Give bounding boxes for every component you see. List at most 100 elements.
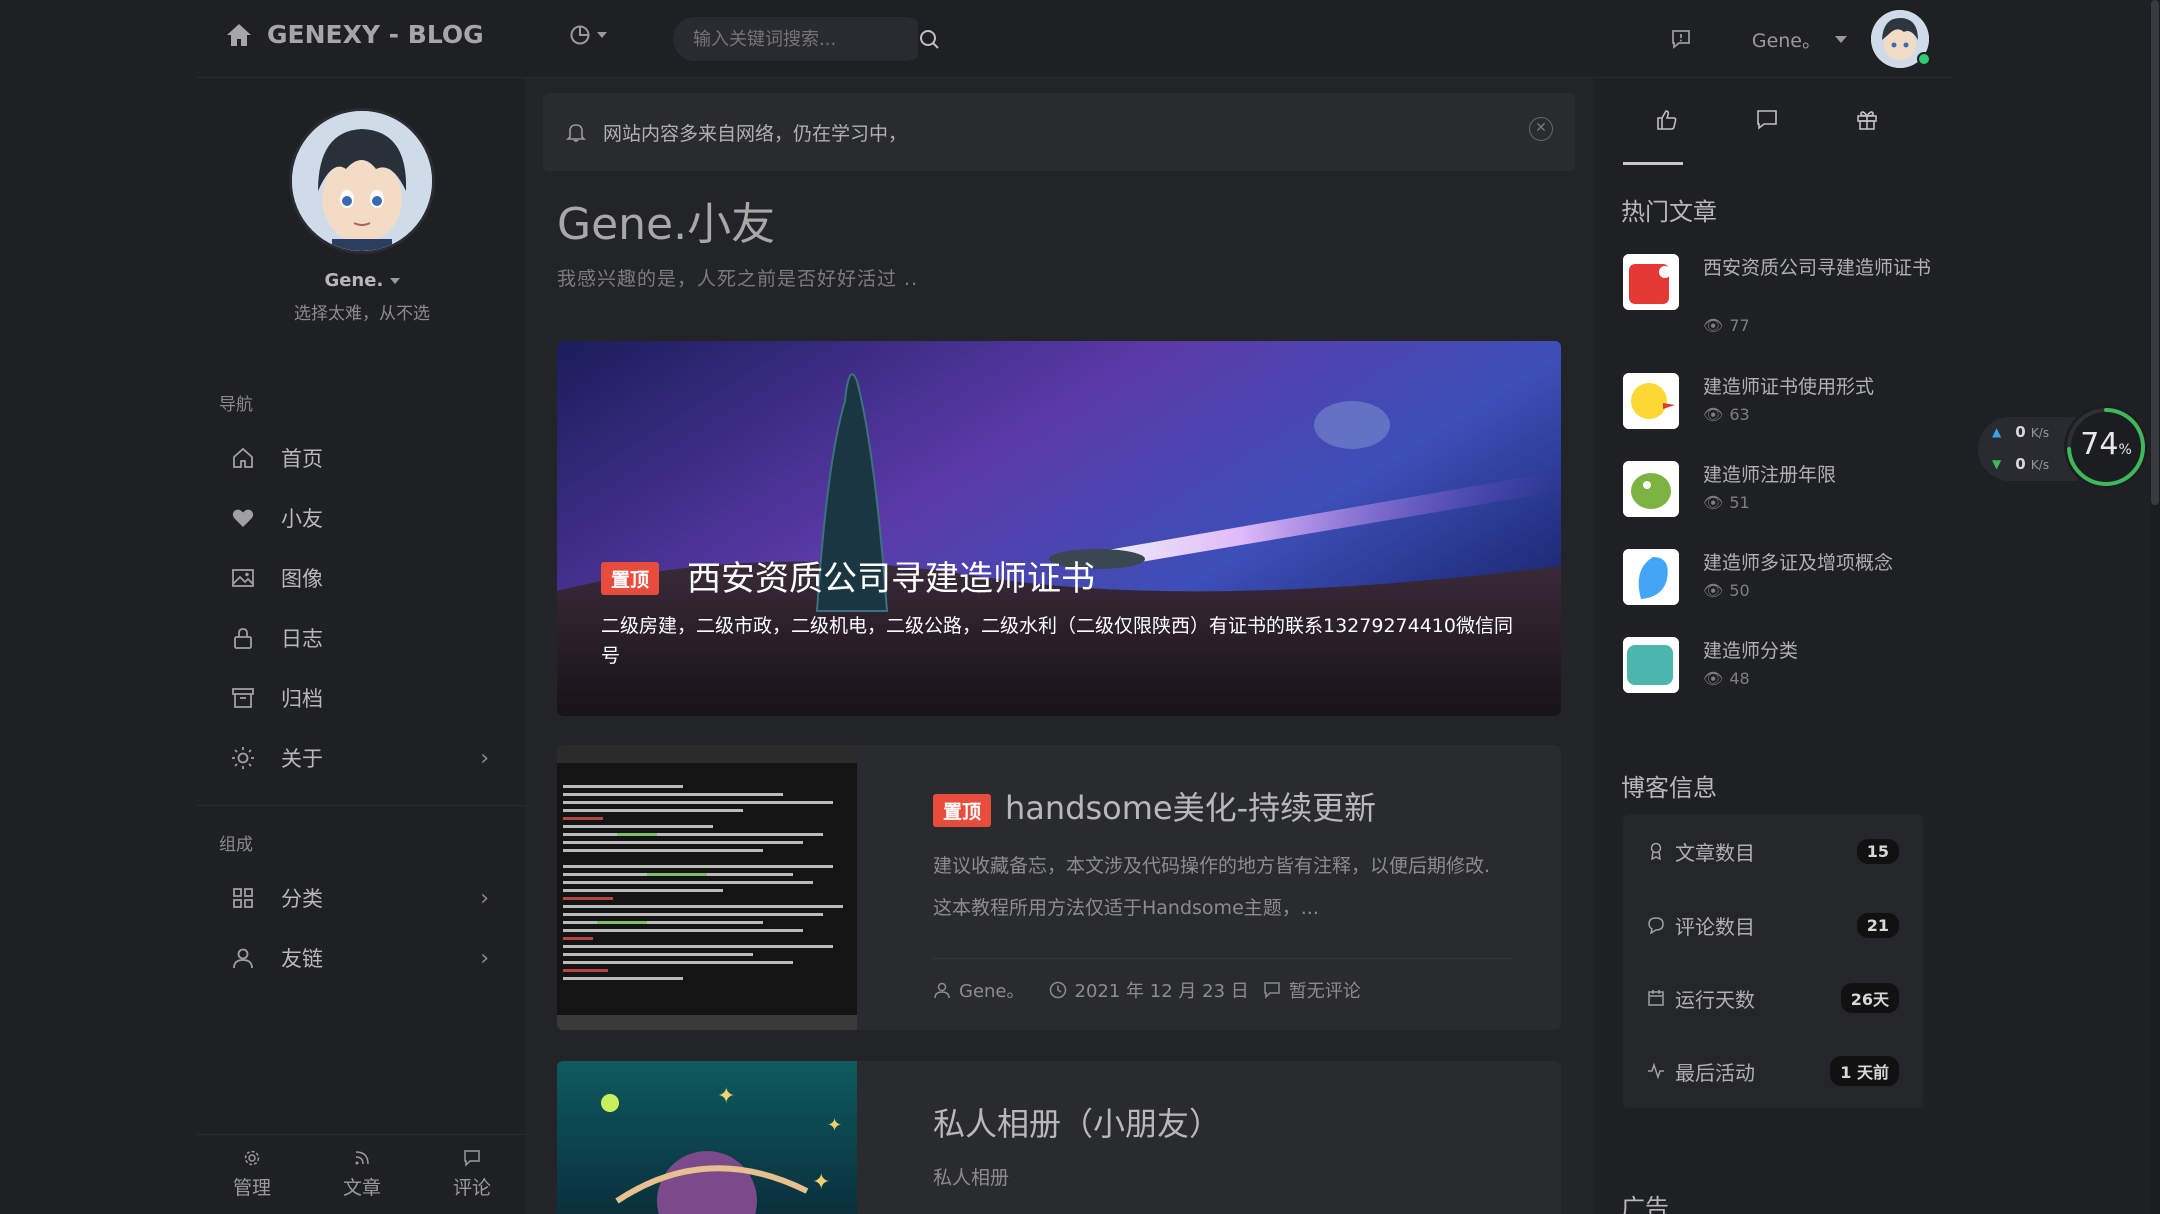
manage-button[interactable]: 管理 <box>197 1135 307 1214</box>
nav-item-category[interactable]: 分类 › <box>197 868 527 928</box>
featured-post[interactable]: 置顶 西安资质公司寻建造师证书 二级房建，二级市政，二级机电，二级公路，二级水利… <box>557 341 1561 716</box>
arrow-up-icon: ▲ <box>1992 425 2002 439</box>
download-speed: ▼ 0 K/s <box>1992 455 2050 473</box>
popular-thumb <box>1623 549 1679 605</box>
popular-item[interactable]: 建造师多证及增项概念 👁 50 <box>1623 549 1943 629</box>
online-status-dot <box>1917 52 1931 66</box>
divider <box>197 805 527 806</box>
profile-name[interactable]: Gene. <box>197 270 527 291</box>
home-icon <box>233 447 253 468</box>
search-box <box>673 17 940 61</box>
popular-item[interactable]: 建造师证书使用形式 👁 63 <box>1623 373 1943 453</box>
comment-icon <box>464 1150 480 1167</box>
svg-text:✦: ✦ <box>717 1084 735 1109</box>
top-bar: GENEXY - BLOG Gene。 <box>197 0 1953 78</box>
info-label: 最后活动 <box>1675 1060 1755 1085</box>
info-label: 文章数目 <box>1675 840 1755 865</box>
tab-comments[interactable] <box>1717 98 1817 168</box>
notice-bar: 网站内容多来自网络，仍在学习中， ✕ <box>543 93 1575 171</box>
post-card[interactable]: 置顶 handsome美化-持续更新 建议收藏备忘，本文涉及代码操作的地方皆有注释… <box>557 745 1561 1030</box>
post-author[interactable]: Gene。 <box>959 977 1025 1003</box>
caret-down-icon[interactable] <box>1835 35 1847 43</box>
heart-icon <box>232 509 254 527</box>
nav-item-label: 友链 <box>281 947 323 971</box>
top-right: Gene。 <box>1670 10 1931 68</box>
popular-thumb <box>1623 254 1679 310</box>
blog-info-panel: 文章数目 15 评论数目 21 运行天数 26天 最后活动 1 天前 <box>1623 814 1923 1108</box>
comment-icon <box>1648 917 1664 934</box>
nav-item-links[interactable]: 友链 › <box>197 928 527 988</box>
brand[interactable]: GENEXY - BLOG <box>225 20 484 49</box>
popular-thumb <box>1623 637 1679 693</box>
pie-chart-icon <box>570 25 590 45</box>
comment-icon <box>1757 110 1777 130</box>
info-badge: 15 <box>1856 838 1899 864</box>
info-row-posts: 文章数目 15 <box>1623 814 1923 888</box>
nav-item-images[interactable]: 图像 <box>197 548 527 608</box>
active-tab-indicator <box>1623 162 1683 165</box>
calendar-icon <box>1648 990 1664 1006</box>
brand-title: GENEXY - BLOG <box>267 20 484 49</box>
sidebar-bottom-bar: 管理 文章 评论 <box>197 1134 527 1214</box>
tab-popular[interactable] <box>1617 98 1717 168</box>
popular-views: 👁 77 <box>1703 316 1750 335</box>
nav-item-journal[interactable]: 日志 <box>197 608 527 668</box>
popular-title[interactable]: 建造师多证及增项概念 <box>1703 549 1933 578</box>
close-icon[interactable]: ✕ <box>1529 117 1553 141</box>
network-speed-widget[interactable]: ▲ 0 K/s ▼ 0 K/s 74% <box>1978 405 2148 489</box>
tab-random[interactable] <box>1817 98 1917 168</box>
post-date: 2021 年 12 月 23 日 <box>1074 981 1249 1002</box>
notice-text: 网站内容多来自网络，仍在学习中， <box>603 122 908 145</box>
pinned-badge: 置顶 <box>933 793 992 827</box>
nav-item-archive[interactable]: 归档 <box>197 668 527 728</box>
popular-item[interactable]: 西安资质公司寻建造师证书 👁 77 <box>1623 254 1943 335</box>
post-title[interactable]: 置顶 handsome美化-持续更新 <box>933 783 1376 829</box>
comments-button[interactable]: 评论 <box>417 1135 527 1214</box>
memory-gauge: 74% <box>2064 405 2148 489</box>
nav-item-friend[interactable]: 小友 <box>197 488 527 548</box>
post-excerpt: 建议收藏备忘，本文涉及代码操作的地方皆有注释，以便后期修改.这本教程所用方法仅适… <box>933 855 1491 919</box>
chevron-right-icon: › <box>480 885 489 911</box>
user-avatar[interactable] <box>1871 10 1931 68</box>
home-icon <box>227 23 251 46</box>
nav-item-home[interactable]: 首页 <box>197 428 527 488</box>
popular-item[interactable]: 建造师注册年限 👁 51 <box>1623 461 1943 541</box>
grid-icon <box>233 888 253 908</box>
popular-title[interactable]: 西安资质公司寻建造师证书 <box>1703 254 1933 283</box>
message-icon[interactable] <box>1670 28 1692 50</box>
eye-icon: 👁 <box>1703 316 1724 335</box>
nav-item-about[interactable]: 关于 › <box>197 728 527 788</box>
popular-title[interactable]: 建造师分类 <box>1703 637 1933 666</box>
articles-button[interactable]: 文章 <box>307 1135 417 1214</box>
popular-views: 👁 63 <box>1703 405 1750 424</box>
popular-title[interactable]: 建造师注册年限 <box>1703 461 1933 490</box>
bell-icon <box>566 124 586 142</box>
info-label: 评论数目 <box>1675 914 1755 939</box>
scrollbar[interactable] <box>2150 0 2160 1214</box>
popular-title[interactable]: 建造师证书使用形式 <box>1703 373 1933 402</box>
post-comments[interactable]: 暂无评论 <box>1289 977 1361 1003</box>
main-content: 网站内容多来自网络，仍在学习中， ✕ Gene.小友 我感兴趣的是，人死之前是否… <box>527 78 1593 1214</box>
profile-avatar[interactable] <box>289 108 435 254</box>
search-button[interactable] <box>918 17 940 61</box>
popular-thumb <box>1623 461 1679 517</box>
comments-label: 评论 <box>452 1177 491 1199</box>
sidebar: Gene. 选择太难，从不选 导航 首页 小友 图像 日志 归档 关于 › 组成… <box>197 78 527 1214</box>
page: GENEXY - BLOG Gene。 Gene. <box>0 0 2160 1214</box>
caret-down-icon <box>389 278 400 284</box>
caret-down-icon <box>597 32 607 38</box>
search-icon <box>920 30 939 49</box>
divider <box>933 958 1513 959</box>
popular-heading: 热门文章 <box>1621 198 1717 226</box>
scrollbar-thumb[interactable] <box>2151 0 2159 505</box>
popular-thumb <box>1623 373 1679 429</box>
search-input[interactable] <box>673 28 918 50</box>
user-name[interactable]: Gene。 <box>1752 26 1821 53</box>
arrow-down-icon: ▼ <box>1992 457 2002 471</box>
post-card[interactable]: ✦ ✦ ✦ 私人相册（小朋友） 私人相册 <box>557 1061 1561 1214</box>
info-row-days: 运行天数 26天 <box>1623 961 1923 1035</box>
post-title[interactable]: 私人相册（小朋友） <box>933 1099 1221 1145</box>
featured-post-title[interactable]: 西安资质公司寻建造师证书 <box>687 551 1095 600</box>
popular-item[interactable]: 建造师分类 👁 48 <box>1623 637 1943 717</box>
theme-toggle[interactable] <box>569 24 607 46</box>
